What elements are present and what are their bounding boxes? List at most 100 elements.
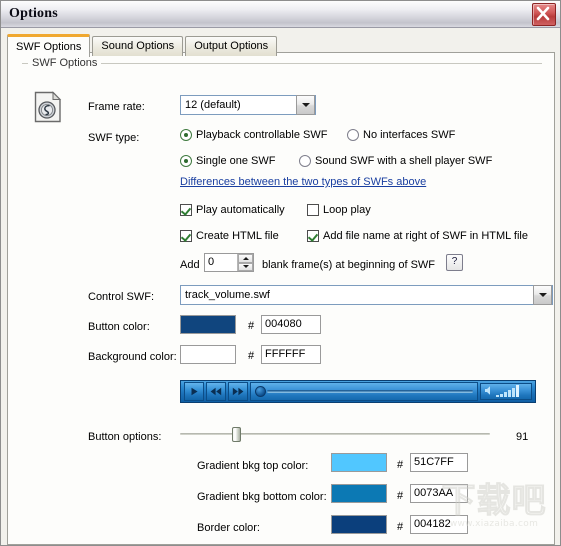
flash-file-icon — [34, 91, 62, 126]
gradient-bottom-color-hex-input[interactable]: 0073AA — [410, 484, 468, 503]
radio-indicator — [180, 155, 192, 167]
gradient-top-color-hash: # — [397, 459, 404, 471]
blank-frames-value: 0 — [208, 256, 215, 268]
button-color-swatch[interactable] — [180, 315, 236, 334]
checkbox-indicator — [180, 204, 192, 216]
frame-rate-label: Frame rate: — [88, 101, 145, 113]
volume-bar — [508, 390, 511, 397]
gradient-bottom-color-label: Gradient bkg bottom color: — [197, 491, 327, 503]
button-color-hex-input[interactable]: 004080 — [261, 315, 321, 334]
tab-label: SWF Options — [16, 41, 82, 53]
background-color-hex-input[interactable]: FFFFFF — [261, 345, 321, 364]
checkbox-indicator — [307, 230, 319, 242]
background-color-label: Background color: — [88, 351, 177, 363]
radio-single-one-swf[interactable]: Single one SWF — [180, 155, 275, 167]
gradient-bottom-color-swatch[interactable] — [331, 484, 387, 503]
close-icon — [536, 6, 550, 21]
help-button[interactable]: ? — [446, 254, 463, 271]
gradient-top-color-swatch[interactable] — [331, 453, 387, 472]
play-button[interactable] — [184, 382, 204, 401]
radio-playback-controllable-swf[interactable]: Playback controllable SWF — [180, 129, 327, 141]
close-button[interactable] — [532, 3, 556, 26]
tab-page-swf-options: SWF Options Frame rate: 12 (default) SWF… — [7, 52, 555, 545]
swf-options-groupbox: SWF Options Frame rate: 12 (default) SWF… — [22, 57, 553, 542]
tab-output-options[interactable]: Output Options — [185, 36, 278, 56]
radio-sound-swf-shell-player[interactable]: Sound SWF with a shell player SWF — [299, 155, 492, 167]
radio-label: No interfaces SWF — [363, 129, 456, 141]
stepper-down-button[interactable] — [238, 262, 253, 271]
button-color-label: Button color: — [88, 321, 150, 333]
chevron-down-icon[interactable] — [533, 285, 552, 305]
radio-no-interfaces-swf[interactable]: No interfaces SWF — [347, 129, 455, 141]
swf-type-label: SWF type: — [88, 132, 140, 144]
checkbox-label: Play automatically — [196, 204, 285, 216]
button-options-value: 91 — [516, 431, 529, 443]
rewind-icon — [210, 387, 222, 396]
checkbox-indicator — [307, 204, 319, 216]
window-title: Options — [9, 6, 58, 21]
checkbox-indicator — [180, 230, 192, 242]
volume-bar — [516, 385, 519, 397]
player-preview — [180, 380, 536, 403]
volume-bar — [504, 392, 507, 397]
checkbox-add-file-name-right-of-swf[interactable]: Add file name at right of SWF in HTML fi… — [307, 230, 528, 242]
play-icon — [191, 387, 198, 396]
radio-indicator — [299, 155, 311, 167]
background-color-swatch[interactable] — [180, 345, 236, 364]
stepper-buttons — [237, 254, 253, 271]
volume-icon — [485, 386, 490, 395]
control-swf-label: Control SWF: — [88, 291, 155, 303]
volume-bar — [512, 388, 515, 397]
control-swf-combobox[interactable]: track_volume.swf — [180, 285, 553, 305]
border-color-hash: # — [397, 521, 404, 533]
control-swf-value: track_volume.swf — [185, 289, 270, 301]
slider-rail — [180, 433, 490, 435]
radio-indicator — [347, 129, 359, 141]
groupbox-label: SWF Options — [28, 57, 102, 69]
tab-label: Sound Options — [101, 40, 175, 52]
chevron-down-icon[interactable] — [296, 95, 315, 115]
button-options-label: Button options: — [88, 431, 162, 443]
radio-label: Playback controllable SWF — [196, 129, 328, 141]
volume-bar — [500, 394, 503, 397]
button-options-slider[interactable] — [180, 425, 490, 443]
border-color-hex-input[interactable]: 004182 — [410, 515, 468, 534]
fast-forward-icon — [232, 387, 244, 396]
seek-bar[interactable] — [250, 382, 478, 401]
checkbox-label: Loop play — [323, 204, 371, 216]
fast-forward-button[interactable] — [228, 382, 248, 401]
volume-bar — [496, 395, 499, 397]
blank-frames-suffix-label: blank frame(s) at beginning of SWF — [262, 259, 436, 271]
radio-label: Single one SWF — [196, 155, 276, 167]
stepper-up-button[interactable] — [238, 254, 253, 263]
gradient-top-color-label: Gradient bkg top color: — [197, 460, 309, 472]
button-color-hash: # — [248, 320, 255, 332]
frame-rate-combobox[interactable]: 12 (default) — [180, 95, 316, 115]
border-color-swatch[interactable] — [331, 515, 387, 534]
tab-sound-options[interactable]: Sound Options — [92, 36, 184, 56]
seek-track — [267, 390, 473, 393]
tab-swf-options[interactable]: SWF Options — [7, 34, 91, 57]
rewind-button[interactable] — [206, 382, 226, 401]
frame-rate-value: 12 (default) — [185, 99, 241, 111]
seek-handle[interactable] — [255, 386, 266, 397]
volume-control[interactable] — [480, 383, 532, 400]
options-dialog: Options SWF Options Sound Options Output… — [0, 0, 561, 546]
border-color-label: Border color: — [197, 522, 260, 534]
tab-label: Output Options — [194, 40, 269, 52]
blank-frames-prefix-label: Add — [180, 259, 200, 271]
title-bar: Options — [1, 1, 560, 28]
gradient-top-color-hex-input[interactable]: 51C7FF — [410, 453, 468, 472]
slider-thumb[interactable] — [232, 427, 241, 442]
checkbox-play-automatically[interactable]: Play automatically — [180, 204, 285, 216]
radio-indicator — [180, 129, 192, 141]
blank-frames-stepper[interactable]: 0 — [204, 253, 254, 272]
gradient-bottom-color-hash: # — [397, 490, 404, 502]
checkbox-label: Add file name at right of SWF in HTML fi… — [323, 230, 528, 242]
checkbox-label: Create HTML file — [196, 230, 279, 242]
swf-types-differences-link[interactable]: Differences between the two types of SWF… — [180, 176, 426, 188]
checkbox-create-html-file[interactable]: Create HTML file — [180, 230, 279, 242]
checkbox-loop-play[interactable]: Loop play — [307, 204, 371, 216]
tab-strip: SWF Options Sound Options Output Options — [7, 34, 560, 57]
radio-label: Sound SWF with a shell player SWF — [315, 155, 493, 167]
